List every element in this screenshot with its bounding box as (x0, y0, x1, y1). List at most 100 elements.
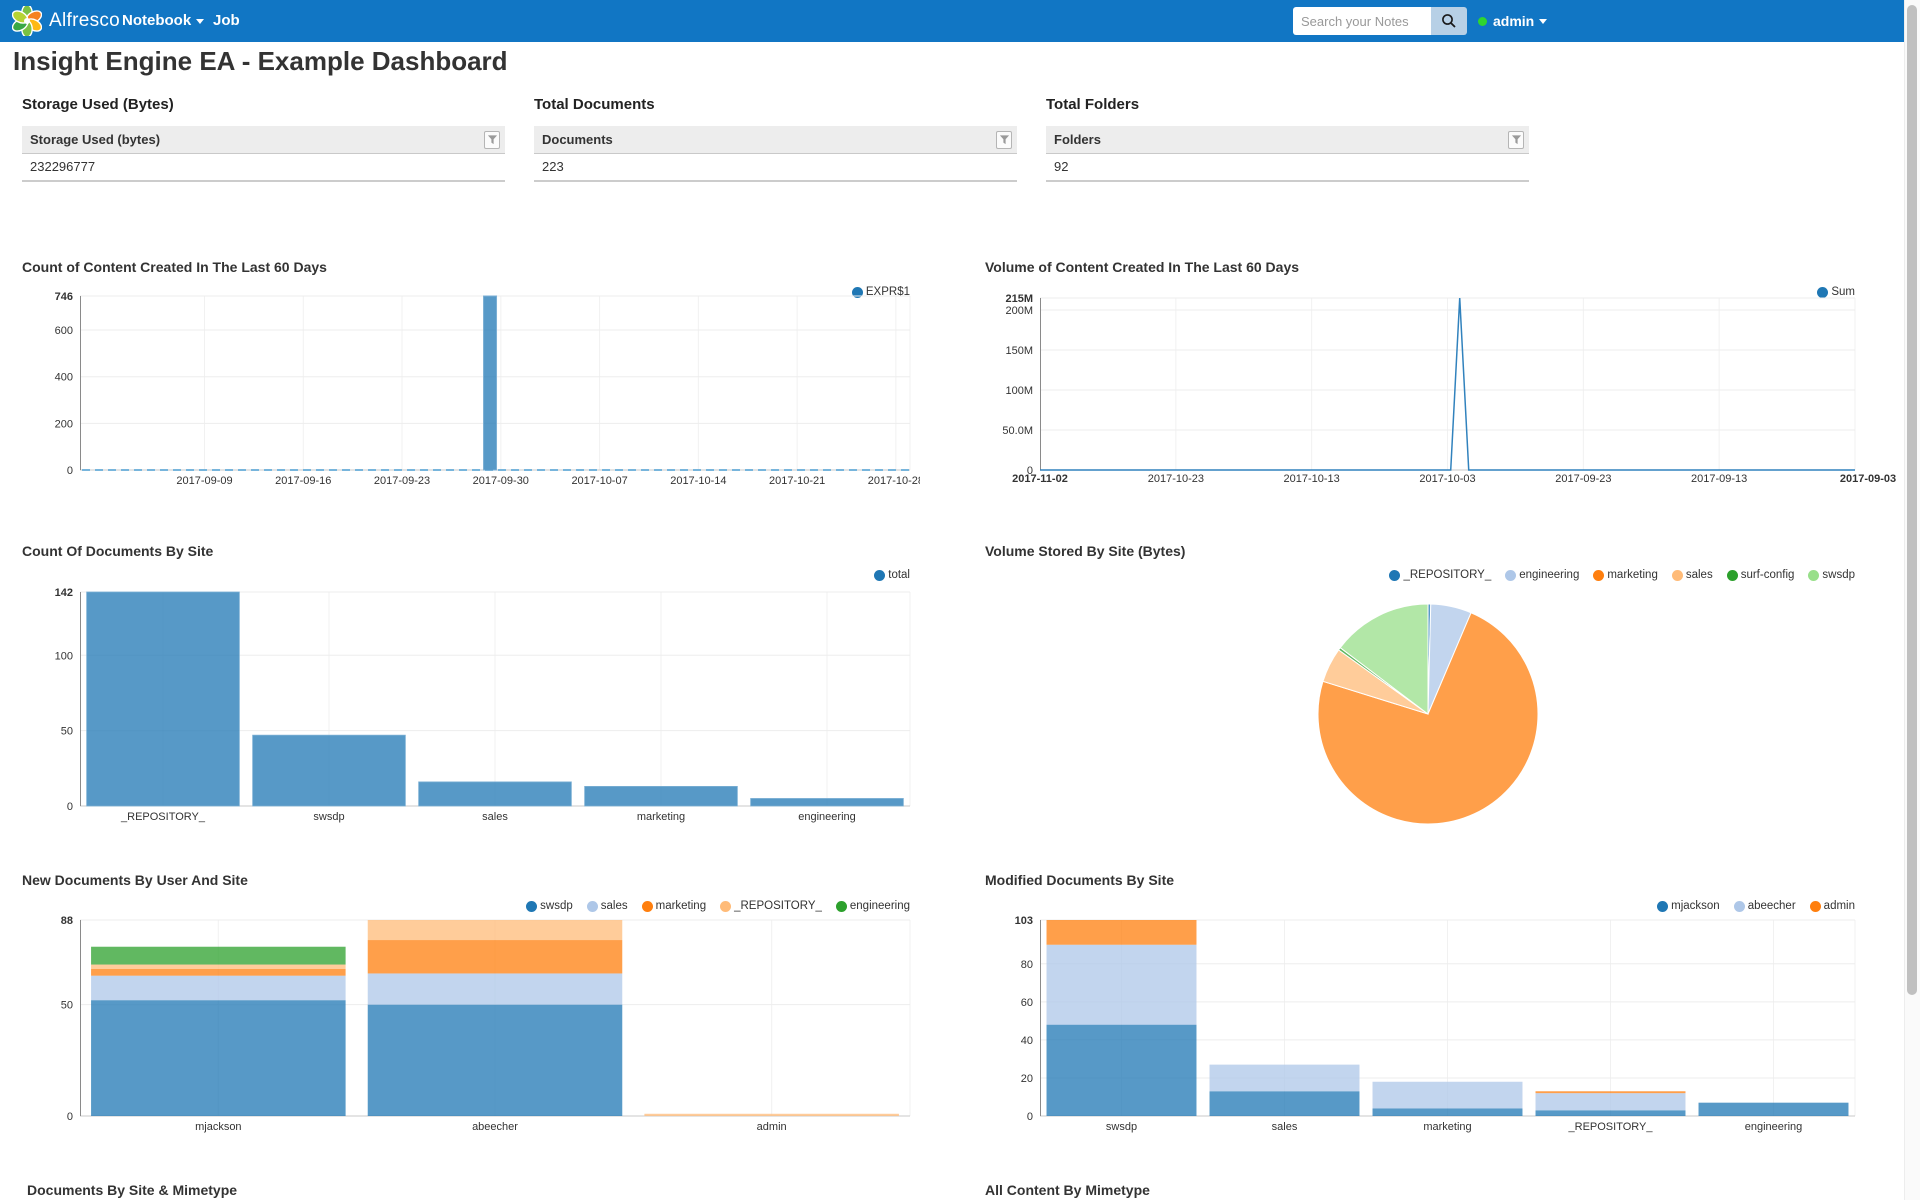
svg-text:2017-09-13: 2017-09-13 (1691, 473, 1747, 485)
chart-title: Documents By Site & Mimetype (27, 1182, 237, 1198)
svg-text:2017-10-03: 2017-10-03 (1419, 473, 1475, 485)
svg-text:2017-09-30: 2017-09-30 (473, 475, 529, 487)
nav-item-notebook[interactable]: Notebook (122, 0, 204, 42)
bar-segment[interactable] (1373, 1108, 1523, 1116)
nav-item-job[interactable]: Job (213, 0, 240, 42)
svg-text:2017-10-23: 2017-10-23 (1148, 473, 1204, 485)
bar-segment[interactable] (1210, 1091, 1360, 1116)
bar-chart-docs-by-site[interactable]: 050100142_REPOSITORY_swsdpsalesmarketing… (22, 562, 920, 832)
bar-segment[interactable] (644, 1114, 899, 1116)
svg-text:746: 746 (55, 291, 73, 303)
search-button[interactable] (1431, 7, 1467, 35)
chart-title: Count Of Documents By Site (22, 543, 213, 559)
online-status-icon (1478, 17, 1487, 26)
bar-segment[interactable] (368, 940, 623, 973)
svg-text:2017-09-23: 2017-09-23 (374, 475, 430, 487)
grid (1040, 298, 1855, 470)
bar-segment[interactable] (1047, 945, 1197, 1025)
bar-segment[interactable] (91, 947, 346, 965)
user-name: admin (1493, 13, 1534, 29)
stat-table-documents: Total Documents Documents 223 (534, 96, 1017, 182)
alfresco-logo[interactable]: Alfresco (12, 6, 120, 36)
page-title: Insight Engine EA - Example Dashboard (13, 46, 508, 77)
stat-value: 232296777 (22, 154, 505, 182)
svg-text:2017-09-23: 2017-09-23 (1555, 473, 1611, 485)
user-menu[interactable]: admin (1478, 0, 1547, 42)
bar-segment[interactable] (368, 1005, 623, 1116)
bar-segment[interactable] (1210, 1065, 1360, 1092)
bar[interactable] (484, 296, 497, 470)
chart-title: New Documents By User And Site (22, 872, 248, 888)
search-input[interactable] (1293, 7, 1431, 35)
svg-text:engineering: engineering (798, 811, 856, 823)
bar[interactable] (87, 592, 240, 806)
svg-text:0: 0 (67, 465, 73, 477)
bar-chart-count-created[interactable]: 02004006007462017-09-092017-09-162017-09… (22, 280, 920, 498)
filter-icon[interactable] (484, 131, 500, 149)
stacked-bar-chart-modified-docs[interactable]: 020406080103swsdpsalesmarketing_REPOSITO… (985, 892, 1897, 1170)
chevron-down-icon (1539, 19, 1547, 24)
stat-title: Storage Used (Bytes) (22, 96, 505, 126)
bar-segment[interactable] (1699, 1103, 1849, 1116)
bar[interactable] (751, 798, 904, 806)
stacked-bar-chart-new-docs[interactable]: 05088mjacksonabeecheradmin (22, 892, 920, 1170)
stat-column-label: Documents (542, 132, 613, 147)
bar[interactable] (585, 786, 738, 806)
scrollbar-track[interactable] (1904, 0, 1920, 1200)
bar-segment[interactable] (1536, 1093, 1686, 1110)
bar-segment[interactable] (91, 965, 346, 969)
alfresco-flower-icon (12, 6, 42, 36)
svg-text:20: 20 (1021, 1073, 1033, 1085)
svg-text:admin: admin (757, 1121, 787, 1133)
svg-text:0: 0 (67, 801, 73, 813)
bar-segment[interactable] (1373, 1082, 1523, 1109)
chart-title: Count of Content Created In The Last 60 … (22, 259, 327, 275)
stat-column-header: Documents (534, 126, 1017, 154)
svg-text:400: 400 (55, 372, 73, 384)
bar-segment[interactable] (1047, 1025, 1197, 1116)
svg-text:swsdp: swsdp (1106, 1121, 1137, 1133)
svg-text:2017-10-07: 2017-10-07 (571, 475, 627, 487)
chart-title: Volume Stored By Site (Bytes) (985, 543, 1185, 559)
bar[interactable] (419, 782, 572, 806)
svg-text:marketing: marketing (1423, 1121, 1471, 1133)
svg-text:2017-10-21: 2017-10-21 (769, 475, 825, 487)
svg-text:80: 80 (1021, 959, 1033, 971)
bar-segment[interactable] (1536, 1091, 1686, 1093)
bar-segment[interactable] (91, 969, 346, 976)
stat-table-storage: Storage Used (Bytes) Storage Used (bytes… (22, 96, 505, 182)
filter-icon[interactable] (996, 131, 1012, 149)
svg-text:sales: sales (1272, 1121, 1298, 1133)
chevron-down-icon (196, 19, 204, 24)
svg-text:_REPOSITORY_: _REPOSITORY_ (120, 811, 206, 823)
svg-text:100M: 100M (1005, 385, 1033, 397)
chart-title: Modified Documents By Site (985, 872, 1174, 888)
bar-segment[interactable] (368, 920, 623, 940)
search-box (1293, 7, 1467, 35)
svg-text:mjackson: mjackson (195, 1121, 241, 1133)
bar-segment[interactable] (368, 973, 623, 1004)
bar-segment[interactable] (91, 1000, 346, 1116)
svg-text:200: 200 (55, 418, 73, 430)
svg-text:engineering: engineering (1745, 1121, 1803, 1133)
stat-column-header: Folders (1046, 126, 1529, 154)
chart-title: Volume of Content Created In The Last 60… (985, 259, 1299, 275)
navbar: Alfresco Notebook Job admin (0, 0, 1920, 42)
svg-text:200M: 200M (1005, 305, 1033, 317)
bar-segment[interactable] (1047, 920, 1197, 945)
line-chart-volume-created[interactable]: 050.0M100M150M200M215M2017-11-022017-10-… (985, 280, 1897, 498)
svg-text:60: 60 (1021, 997, 1033, 1009)
stat-value: 223 (534, 154, 1017, 182)
svg-text:0: 0 (67, 1111, 73, 1123)
bar-segment[interactable] (91, 976, 346, 1001)
pie-chart-volume-by-site[interactable] (985, 562, 1897, 832)
stat-value: 92 (1046, 154, 1529, 182)
bar-segment[interactable] (1536, 1110, 1686, 1116)
svg-text:swsdp: swsdp (313, 811, 344, 823)
filter-icon[interactable] (1508, 131, 1524, 149)
bar[interactable] (253, 735, 406, 806)
svg-text:40: 40 (1021, 1035, 1033, 1047)
svg-text:2017-09-03: 2017-09-03 (1840, 473, 1896, 485)
scrollbar-thumb[interactable] (1907, 5, 1917, 995)
svg-text:_REPOSITORY_: _REPOSITORY_ (1568, 1121, 1654, 1133)
